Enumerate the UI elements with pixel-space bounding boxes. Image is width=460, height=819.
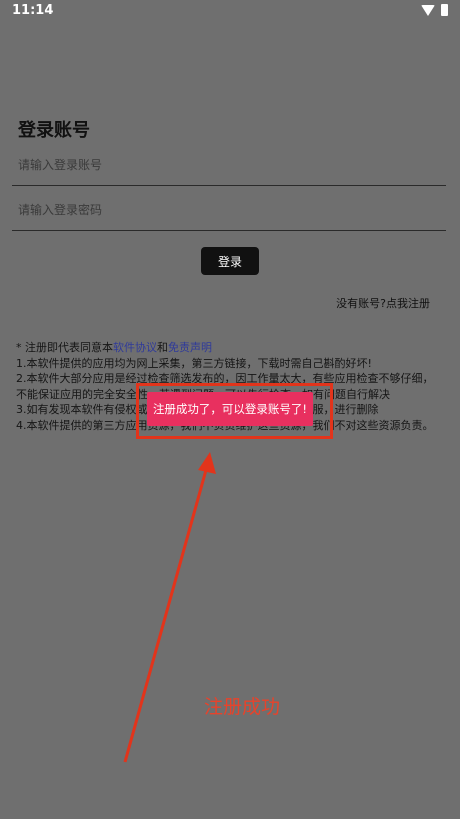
arrow-shaft (123, 469, 208, 763)
annotation-label: 注册成功 (204, 696, 281, 718)
arrow-head (198, 452, 216, 474)
